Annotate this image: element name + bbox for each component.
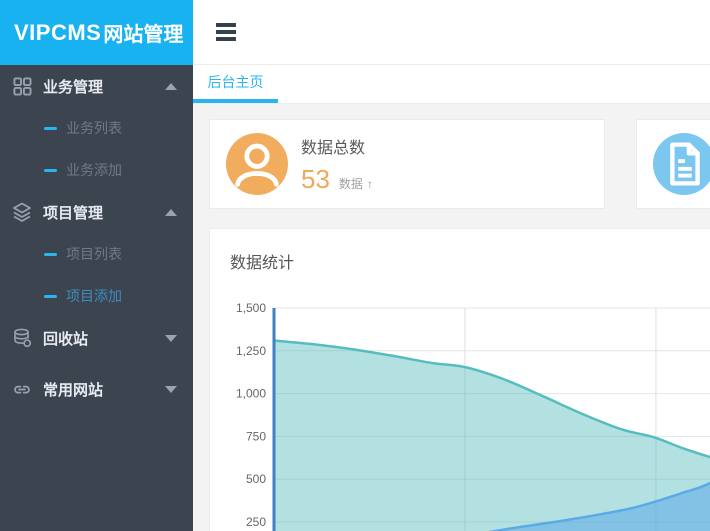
sidebar-item-business-add[interactable]: 业务添加 xyxy=(0,149,193,191)
svg-text:750: 750 xyxy=(246,429,266,443)
hamburger-icon[interactable] xyxy=(212,19,240,45)
sidebar-item-business-list[interactable]: 业务列表 xyxy=(0,107,193,149)
sidebar-subitem-label: 业务添加 xyxy=(66,160,122,180)
svg-text:1,000: 1,000 xyxy=(236,387,266,401)
dash-icon xyxy=(44,169,57,172)
svg-text:500: 500 xyxy=(246,472,266,486)
stat-unit: 数据 xyxy=(339,175,363,192)
sidebar-item-recycle[interactable]: 回收站 xyxy=(0,317,193,359)
sidebar-subitem-label: 项目添加 xyxy=(66,286,122,306)
app-window: VIPCMS 网站管理 业务管理 业务列表 业务添加 xyxy=(0,0,710,531)
tab-label: 后台主页 xyxy=(208,72,264,92)
chevron-down-icon xyxy=(165,335,177,342)
trend-up-icon: ↑ xyxy=(367,177,373,191)
chevron-up-icon xyxy=(165,209,177,216)
sidebar-item-business[interactable]: 业务管理 xyxy=(0,65,193,107)
topbar xyxy=(193,0,710,65)
stat-cards-row: 数据总数 53 数据 ↑ xyxy=(209,119,710,209)
sidebar-item-label: 业务管理 xyxy=(43,76,165,97)
sidebar-item-project-add[interactable]: 项目添加 xyxy=(0,275,193,317)
svg-text:1,250: 1,250 xyxy=(236,344,266,358)
sidebar-item-label: 回收站 xyxy=(43,328,165,349)
tab-backend-home[interactable]: 后台主页 xyxy=(193,65,278,103)
stat-card-second xyxy=(636,119,710,209)
chevron-down-icon xyxy=(165,386,177,393)
sidebar-item-project[interactable]: 项目管理 xyxy=(0,191,193,233)
chart-card: 数据统计 1,500 1,250 1,000 750 500 250 xyxy=(209,228,710,531)
main-area: 后台主页 数据总数 53 数据 ↑ xyxy=(193,0,710,531)
document-icon xyxy=(653,133,710,195)
svg-text:1,500: 1,500 xyxy=(236,301,266,315)
sidebar-subitem-label: 项目列表 xyxy=(66,244,122,264)
dash-icon xyxy=(44,127,57,130)
tab-bar: 后台主页 xyxy=(193,65,710,104)
app-logo: VIPCMS 网站管理 xyxy=(0,0,193,65)
database-icon xyxy=(12,328,32,348)
sidebar-item-label: 项目管理 xyxy=(43,202,165,223)
sidebar-item-label: 常用网站 xyxy=(43,379,165,400)
logo-brand-text: VIPCMS xyxy=(14,20,101,46)
chart-title: 数据统计 xyxy=(210,229,710,273)
sidebar-item-common-sites[interactable]: 常用网站 xyxy=(0,368,193,410)
sidebar-subitem-label: 业务列表 xyxy=(66,118,122,138)
link-icon xyxy=(12,379,32,399)
user-icon xyxy=(226,133,288,195)
sidebar-nav: 业务管理 业务列表 业务添加 项目管理 项目列表 xyxy=(0,65,193,410)
svg-text:250: 250 xyxy=(246,515,266,529)
chevron-up-icon xyxy=(165,83,177,90)
content-area: 数据总数 53 数据 ↑ 数据统计 1,5001,25 xyxy=(193,104,710,531)
stat-card-data-total: 数据总数 53 数据 ↑ xyxy=(209,119,605,209)
stat-value: 53 xyxy=(301,164,330,195)
grid-icon xyxy=(12,76,32,96)
sidebar-item-project-list[interactable]: 项目列表 xyxy=(0,233,193,275)
logo-suffix-text: 网站管理 xyxy=(103,18,183,47)
area-chart: 1,500 1,250 1,000 750 500 250 xyxy=(210,291,710,531)
layers-icon xyxy=(12,202,32,222)
dash-icon xyxy=(44,253,57,256)
stat-title: 数据总数 xyxy=(301,134,373,158)
sidebar: VIPCMS 网站管理 业务管理 业务列表 业务添加 xyxy=(0,0,193,531)
stat-text: 数据总数 53 数据 ↑ xyxy=(301,134,373,195)
dash-icon xyxy=(44,295,57,298)
